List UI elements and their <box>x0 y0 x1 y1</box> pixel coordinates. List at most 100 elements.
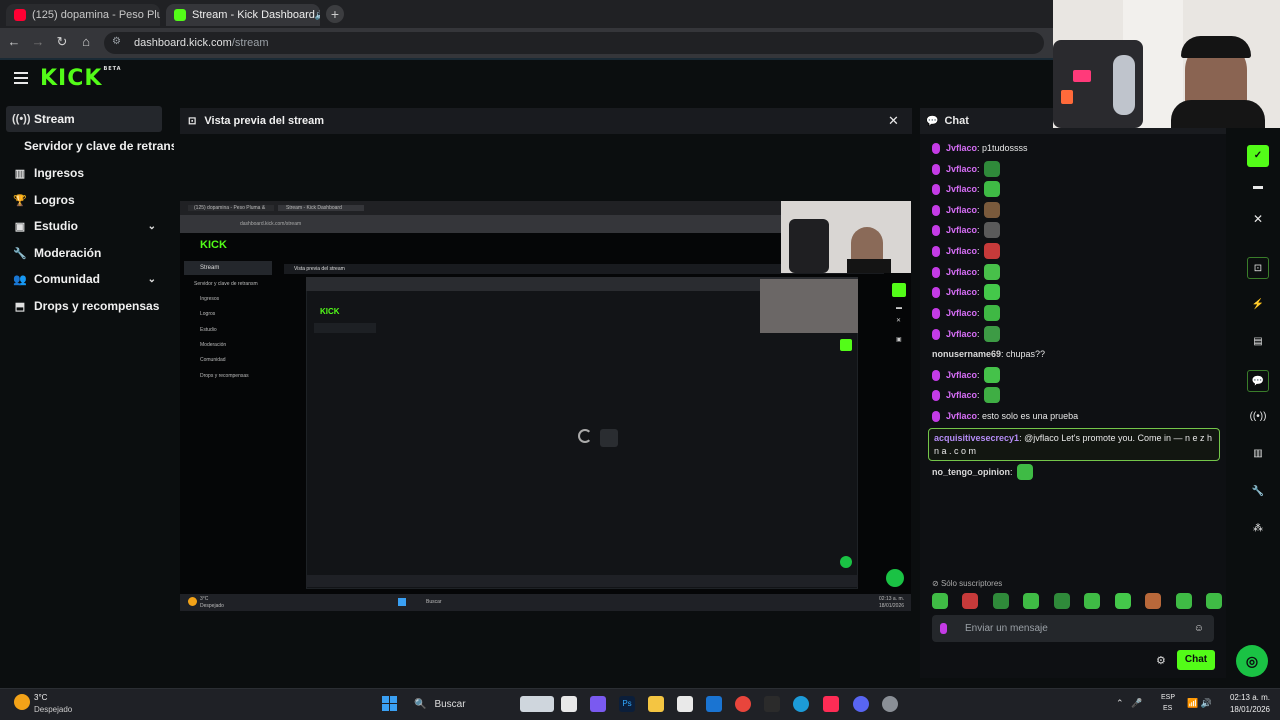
chat-message-highlighted[interactable]: acquisitivesecrecy1: @jvflaco Let's prom… <box>928 428 1220 461</box>
mic-badge-icon <box>940 623 947 634</box>
language-indicator[interactable]: ESP <box>1161 694 1175 701</box>
chat-settings-gear-icon[interactable]: ⚙ <box>1156 654 1166 667</box>
browser-tab-youtube[interactable]: (125) dopamina - Peso Pluma & ✕ <box>6 4 160 26</box>
chat-username[interactable]: Jvflaco <box>946 267 977 277</box>
tiktok-icon[interactable] <box>823 696 839 712</box>
copilot-icon[interactable] <box>590 696 606 712</box>
chat-message: Jvflaco: <box>932 201 1000 219</box>
emote-icon[interactable] <box>1205 593 1222 609</box>
chat-username[interactable]: Jvflaco <box>946 143 977 153</box>
emote-icon[interactable] <box>1145 593 1162 609</box>
sidebar-item-comunidad[interactable]: 👥 Comunidad ⌄ <box>6 266 162 292</box>
chat-message: Jvflaco: <box>932 242 1000 260</box>
chat-username[interactable]: Jvflaco <box>946 205 977 215</box>
chat-message-input[interactable]: Enviar un mensaje ☺ <box>932 615 1214 642</box>
chat-username[interactable]: Jvflaco <box>946 246 977 256</box>
edge-icon[interactable] <box>793 696 809 712</box>
chat-username[interactable]: Jvflaco <box>946 164 977 174</box>
store-icon[interactable] <box>677 696 693 712</box>
home-icon[interactable]: ⌂ <box>78 34 94 50</box>
keyboard-layout[interactable]: ES <box>1163 705 1172 712</box>
forward-icon[interactable]: → <box>30 34 46 50</box>
chevron-down-icon[interactable]: ⌄ <box>148 221 156 232</box>
kick-logo[interactable]: KICKBETA <box>40 66 122 91</box>
search-highlight-image <box>520 696 554 712</box>
weather-sun-icon[interactable] <box>14 694 30 710</box>
emote-icon[interactable] <box>1084 593 1101 609</box>
nested-tab-kick: Stream - Kick Dashboard <box>278 205 364 211</box>
sidebar-item-ingresos[interactable]: ▥ Ingresos <box>6 160 162 186</box>
stack-icon[interactable]: ▥ <box>1247 443 1269 465</box>
sidebar-item-logros[interactable]: 🏆 Logros <box>6 187 162 213</box>
chat-message: Jvflaco: <box>932 160 1000 178</box>
nested-sidebar-active <box>184 261 272 275</box>
address-bar[interactable]: ⚙ dashboard.kick.com/stream <box>104 32 1044 54</box>
windows-start-icon[interactable] <box>382 696 398 712</box>
bolt-icon[interactable]: ⚡ <box>1247 294 1269 316</box>
chat-username[interactable]: Jvflaco <box>946 411 977 421</box>
task-view-icon[interactable] <box>561 696 577 712</box>
site-info-icon[interactable]: ⚙ <box>112 36 126 50</box>
new-tab-button[interactable]: + <box>326 5 344 23</box>
discord-icon[interactable] <box>853 696 869 712</box>
close-icon[interactable]: ✕ <box>1247 208 1269 230</box>
broadcast-icon[interactable]: ((•)) <box>1247 406 1269 428</box>
reload-icon[interactable]: ↻ <box>54 34 70 50</box>
chat-username[interactable]: no_tengo_opinion <box>932 467 1010 477</box>
chat-message: Jvflaco: <box>932 325 1000 343</box>
photoshop-icon[interactable]: Ps <box>619 696 635 712</box>
chat-username[interactable]: Jvflaco <box>946 329 977 339</box>
emote-icon <box>983 181 1000 197</box>
speaker-icon[interactable]: 🔊 <box>315 10 320 21</box>
capcut-icon[interactable] <box>764 696 780 712</box>
preview-icon[interactable]: ⊡ <box>1247 257 1269 279</box>
taskbar-search[interactable]: 🔍 Buscar <box>404 694 554 714</box>
obs-icon[interactable] <box>882 696 898 712</box>
outlook-icon[interactable] <box>706 696 722 712</box>
sidebar-item-stream[interactable]: ((•)) Stream <box>6 106 162 132</box>
emote-icon[interactable] <box>1023 593 1040 609</box>
chat-username[interactable]: acquisitivesecrecy1 <box>934 433 1019 443</box>
help-fab-button[interactable]: ◎ <box>1236 645 1268 677</box>
emoji-picker-icon[interactable]: ☺ <box>1194 623 1204 634</box>
emote-icon[interactable] <box>1114 593 1131 609</box>
chrome-icon[interactable] <box>735 696 751 712</box>
emote-icon[interactable] <box>1053 593 1070 609</box>
chat-message: Jvflaco: esto solo es una prueba <box>932 407 1078 425</box>
emote-icon[interactable] <box>962 593 979 609</box>
notes-icon[interactable]: ▤ <box>1247 331 1269 353</box>
emote-icon[interactable] <box>1175 593 1192 609</box>
chat-username[interactable]: Jvflaco <box>946 308 977 318</box>
chat-username[interactable]: Jvflaco <box>946 287 977 297</box>
sidebar-item-drops[interactable]: ⬒ Drops y recompensas <box>6 293 162 319</box>
chat-username[interactable]: Jvflaco <box>946 225 977 235</box>
file-explorer-icon[interactable] <box>648 696 664 712</box>
hamburger-menu-icon[interactable] <box>14 72 28 84</box>
sidebar-item-estudio[interactable]: ▣ Estudio ⌄ <box>6 213 162 239</box>
emote-icon[interactable] <box>932 593 948 609</box>
check-icon[interactable]: ✓ <box>1247 145 1269 167</box>
wrench-icon[interactable]: 🔧 <box>1247 481 1269 503</box>
chat-toggle-icon[interactable]: 💬 <box>1247 370 1269 392</box>
emote-icon[interactable] <box>992 593 1009 609</box>
taskbar-date[interactable]: 18/01/2026 <box>1220 705 1270 714</box>
back-icon[interactable]: ← <box>6 34 22 50</box>
chevron-down-icon[interactable]: ⌄ <box>148 274 156 285</box>
taskbar-clock[interactable]: 02:13 a. m. <box>1226 693 1270 702</box>
close-preview-button[interactable]: ✕ <box>888 113 899 129</box>
send-chat-button[interactable]: Chat <box>1177 650 1215 670</box>
chat-message: Jvflaco: p1tudossss <box>932 139 1028 157</box>
network-volume-icons[interactable]: 📶 🔊 <box>1187 698 1212 709</box>
chat-username[interactable]: Jvflaco <box>946 370 977 380</box>
browser-tab-kick[interactable]: Stream - Kick Dashboard 🔊 ✕ <box>166 4 320 26</box>
sidebar-item-moderacion[interactable]: 🔧 Moderación <box>6 240 162 266</box>
sidebar-item-stream-key[interactable]: Servidor y clave de retransm <box>6 133 174 159</box>
layout-icon[interactable]: ▬ <box>1247 176 1269 198</box>
chat-username[interactable]: nonusername69 <box>932 349 1001 359</box>
tray-icons[interactable]: ⌃ 🎤 <box>1116 698 1142 709</box>
chat-username[interactable]: Jvflaco <box>946 390 977 400</box>
mic-badge-icon <box>932 183 940 195</box>
community-icon[interactable]: ⁂ <box>1247 518 1269 540</box>
search-label: Buscar <box>434 698 466 710</box>
chat-username[interactable]: Jvflaco <box>946 184 977 194</box>
